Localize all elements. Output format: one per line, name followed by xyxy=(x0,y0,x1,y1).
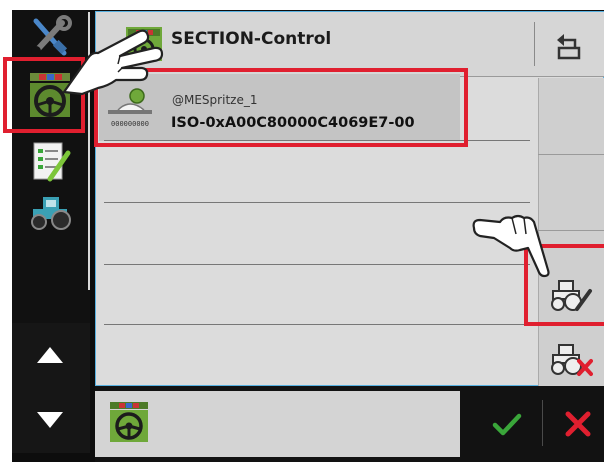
row-divider xyxy=(104,140,530,141)
nav-item-tractor[interactable] xyxy=(22,188,78,234)
row-divider xyxy=(104,202,530,203)
section-control-steering-icon xyxy=(110,402,148,442)
arrow-down-icon xyxy=(37,412,63,428)
list-item-empty[interactable] xyxy=(100,146,530,198)
back-button[interactable] xyxy=(548,26,590,66)
scroll-down-button[interactable] xyxy=(22,395,78,445)
pointing-hand-icon xyxy=(62,29,164,96)
bottom-divider xyxy=(542,400,543,446)
svg-text:000000000: 000000000 xyxy=(111,120,149,128)
checkmark-icon xyxy=(492,413,522,436)
tractor-delete-icon xyxy=(551,344,593,376)
pointing-hand-icon xyxy=(472,214,550,278)
tractor-icon xyxy=(31,197,71,230)
delete-machine-button[interactable] xyxy=(542,336,600,382)
implement-iso-id: ISO-0xA00C80000C4069E7-00 xyxy=(171,115,415,131)
list-item-empty[interactable] xyxy=(100,330,530,380)
arrow-up-icon xyxy=(37,347,63,363)
cancel-button[interactable] xyxy=(556,402,600,446)
implement-name: @MESpritze_1 xyxy=(172,93,258,107)
list-item-empty[interactable] xyxy=(100,270,530,320)
nav-item-checklist[interactable] xyxy=(22,138,78,184)
scroll-up-button[interactable] xyxy=(22,330,78,380)
page-title: SECTION-Control xyxy=(171,29,332,49)
checklist-icon xyxy=(33,142,71,182)
button-divider xyxy=(538,324,604,325)
list-item-empty[interactable] xyxy=(100,208,530,260)
confirm-button[interactable] xyxy=(485,402,529,446)
close-x-icon xyxy=(565,411,591,437)
tractor-edit-icon xyxy=(551,280,592,311)
row-divider xyxy=(104,324,530,325)
header-divider xyxy=(534,22,535,66)
row-divider xyxy=(104,264,530,265)
return-arrow-icon xyxy=(557,34,581,60)
button-divider xyxy=(538,154,604,155)
